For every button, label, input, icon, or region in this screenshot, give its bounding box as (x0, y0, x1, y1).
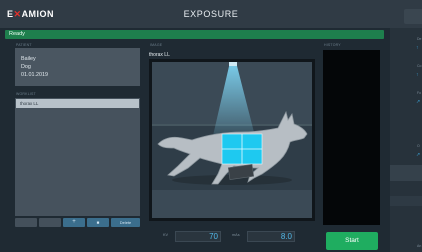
kv-label: KV (163, 233, 169, 237)
lamp-icon (212, 62, 256, 140)
toolbar-button-1[interactable] (15, 218, 37, 227)
patient-dob: 01.01.2019 (21, 72, 48, 78)
arrow-icon[interactable]: ↑ (416, 72, 419, 78)
right-tool-strip (390, 28, 422, 252)
patient-species: Dog (21, 64, 31, 70)
plus-icon: + (72, 219, 76, 225)
status-bar (5, 30, 384, 39)
page-title: EXPOSURE (183, 9, 239, 19)
patient-header: PATIENT (16, 43, 32, 47)
worklist-item-label: thorax LL (20, 101, 39, 106)
worklist-header: WORKLIST (16, 92, 36, 96)
image-label: thorax LL (149, 52, 170, 58)
delete-label: Delete (119, 220, 132, 225)
right-tool-label-5: An (417, 244, 422, 248)
patient-name: Bailey (21, 56, 36, 62)
slope-icon[interactable]: ↗ (416, 99, 420, 105)
arrow-icon[interactable]: ↑ (416, 45, 419, 51)
patient-panel[interactable] (15, 48, 140, 86)
toolbar-button-2[interactable] (39, 218, 61, 227)
right-tool-label-4: O (417, 144, 420, 148)
kv-value: 70 (209, 232, 218, 241)
stop-icon: ■ (96, 220, 100, 225)
worklist-panel (15, 98, 140, 216)
exposure-image[interactable] (152, 62, 312, 218)
right-tool-label-3: Fo (417, 91, 422, 95)
right-tool-selected[interactable] (390, 165, 422, 181)
slope-icon[interactable]: ↗ (416, 152, 420, 158)
right-tool-item[interactable] (390, 196, 422, 206)
right-tool-label-2: Co (417, 64, 422, 68)
history-panel[interactable] (323, 50, 380, 225)
mas-label: mAs (232, 233, 240, 237)
collimation-highlight (221, 133, 263, 165)
right-tool-label-1: De (417, 37, 422, 41)
status-text: Ready (9, 31, 25, 37)
image-header: IMAGE (150, 43, 163, 47)
start-button[interactable]: Start (326, 232, 378, 250)
mas-value: 8.0 (280, 232, 292, 241)
history-header: HISTORY (324, 43, 341, 47)
menu-button[interactable] (404, 9, 422, 24)
